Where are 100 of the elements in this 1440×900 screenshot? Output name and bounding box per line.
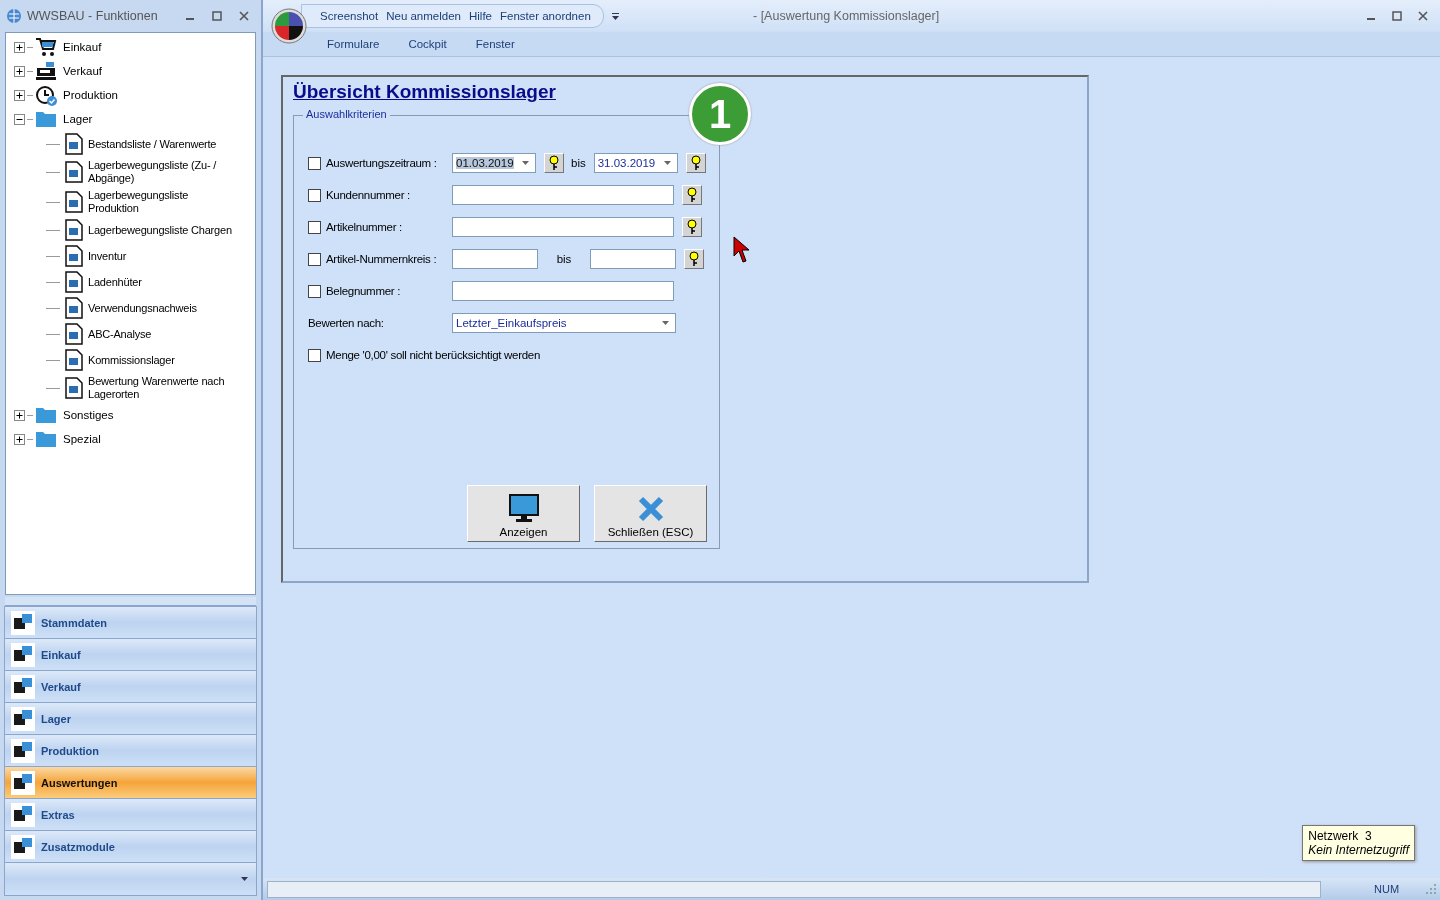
- nav-button[interactable]: Stammdaten: [5, 607, 256, 639]
- key-icon: [549, 155, 559, 171]
- report-document-icon: [64, 271, 84, 293]
- tree-item[interactable]: Inventur: [88, 249, 127, 263]
- input-field[interactable]: [452, 217, 674, 237]
- input-field[interactable]: [452, 185, 674, 205]
- field-label: Kundennummer :: [326, 189, 411, 201]
- resize-grip-icon[interactable]: [1426, 884, 1436, 894]
- nav-button[interactable]: Zusatzmodule: [5, 831, 256, 863]
- dropdown-caret-icon[interactable]: [611, 12, 619, 20]
- checkbox[interactable]: [308, 188, 321, 202]
- field-label: Belegnummer :: [326, 285, 402, 297]
- help-button[interactable]: [685, 153, 706, 173]
- show-button[interactable]: Anzeigen: [467, 485, 580, 542]
- nav-button[interactable]: Verkauf: [5, 671, 256, 703]
- close-icon[interactable]: [239, 11, 249, 21]
- tree-item[interactable]: Lagerbewegungsliste (Zu- / Abgänge): [88, 159, 238, 185]
- module-icon: [11, 610, 35, 635]
- report-document-icon: [64, 133, 84, 155]
- expand-icon[interactable]: [14, 409, 25, 421]
- toolbar-link[interactable]: Screenshot: [320, 10, 379, 22]
- tree-item[interactable]: Sonstiges: [63, 409, 114, 421]
- date-field[interactable]: 01.03.2019: [452, 153, 536, 173]
- checkbox[interactable]: [308, 156, 321, 170]
- input-field[interactable]: [452, 249, 538, 269]
- tree-item[interactable]: ABC-Analyse: [88, 327, 152, 341]
- input-field[interactable]: [452, 281, 674, 301]
- report-document-icon: [64, 219, 84, 241]
- tooltip-title: Netzwerk 3: [1308, 829, 1373, 843]
- key-icon: [690, 155, 701, 171]
- tree-item[interactable]: Verkauf: [63, 65, 102, 77]
- nav-button[interactable]: Einkauf: [5, 639, 256, 671]
- key-icon: [687, 187, 697, 203]
- module-icon: [11, 802, 35, 827]
- tree-item[interactable]: Spezial: [63, 433, 101, 445]
- input-field[interactable]: [590, 249, 676, 269]
- nav-button[interactable]: Lager: [5, 703, 256, 735]
- close-button[interactable]: Schließen (ESC): [594, 485, 707, 542]
- toolbar-link[interactable]: Hilfe: [469, 10, 492, 22]
- checkbox[interactable]: [308, 284, 321, 298]
- app-globe-icon: [6, 8, 22, 24]
- tree-item[interactable]: Bewertung Warenwerte nach Lagerorten: [88, 375, 238, 401]
- field-label: Artikel-Nummernkreis :: [326, 253, 438, 265]
- cash-register-icon: [35, 61, 57, 81]
- range-separator: bis: [555, 253, 573, 265]
- dropdown-field[interactable]: Letzter_Einkaufspreis: [452, 313, 676, 333]
- expand-icon[interactable]: [14, 89, 25, 101]
- tooltip-text: Kein Internetzugriff: [1308, 843, 1409, 857]
- tree-item[interactable]: Ladenhüter: [88, 275, 142, 289]
- maximize-icon[interactable]: [1392, 11, 1402, 21]
- tree-item[interactable]: Lager: [63, 113, 93, 125]
- report-document-icon: [64, 161, 84, 183]
- expand-icon[interactable]: [14, 41, 25, 53]
- collapse-icon[interactable]: [14, 113, 25, 125]
- tree-item[interactable]: Verwendungsnachweis: [88, 301, 197, 315]
- checkbox[interactable]: [308, 348, 321, 362]
- tree-item[interactable]: Produktion: [63, 89, 118, 101]
- tree-item[interactable]: Bestandsliste / Warenwerte: [88, 137, 217, 151]
- report-document-icon: [64, 191, 84, 213]
- toolbar-link[interactable]: Fenster anordnen: [500, 10, 591, 22]
- menu-item[interactable]: Formulare: [327, 38, 380, 50]
- field-label: Bewerten nach:: [308, 317, 385, 329]
- checkbox[interactable]: [308, 252, 321, 266]
- folder-icon: [35, 430, 57, 448]
- close-icon[interactable]: [1418, 11, 1428, 21]
- folder-icon: [35, 406, 57, 424]
- expand-icon[interactable]: [14, 433, 25, 445]
- tree-item[interactable]: Lagerbewegungsliste Chargen: [88, 223, 232, 237]
- module-icon: [11, 706, 35, 731]
- help-button[interactable]: [682, 217, 702, 237]
- caret-icon: [662, 321, 669, 325]
- checkbox[interactable]: [308, 220, 321, 234]
- date-field[interactable]: 31.03.2019: [593, 153, 678, 173]
- expand-icon[interactable]: [14, 65, 25, 77]
- nav-button[interactable]: Produktion: [5, 735, 256, 767]
- module-icon: [11, 674, 35, 699]
- tree-item[interactable]: Lagerbewegungsliste Produktion: [88, 189, 238, 215]
- nav-button[interactable]: Auswertungen: [5, 767, 256, 799]
- help-button[interactable]: [682, 185, 702, 205]
- alarm-clock-icon: [35, 84, 57, 106]
- module-icon: [11, 834, 35, 859]
- help-button[interactable]: [544, 153, 564, 173]
- tree-item[interactable]: Einkauf: [63, 41, 102, 53]
- nav-button[interactable]: Extras: [5, 799, 256, 831]
- field-label: Menge '0,00' soll nicht berücksichtigt werden: [326, 349, 540, 361]
- caret-icon: [663, 161, 671, 165]
- monitor-icon: [508, 494, 539, 522]
- splitter-handle[interactable]: [5, 597, 256, 606]
- menu-item[interactable]: Fenster: [475, 38, 515, 50]
- toolbar-link[interactable]: Neu anmelden: [386, 10, 461, 22]
- module-icon: [11, 642, 35, 667]
- mouse-cursor-icon: [733, 236, 751, 264]
- maximize-icon[interactable]: [212, 11, 222, 21]
- tree-item[interactable]: Kommissionslager: [88, 353, 175, 367]
- report-document-icon: [64, 323, 84, 345]
- close-icon: [637, 496, 664, 522]
- cart-icon: [35, 37, 57, 57]
- help-button[interactable]: [684, 249, 704, 269]
- menu-item[interactable]: Cockpit: [408, 38, 447, 50]
- form-title: Übersicht Kommissionslager: [293, 81, 556, 103]
